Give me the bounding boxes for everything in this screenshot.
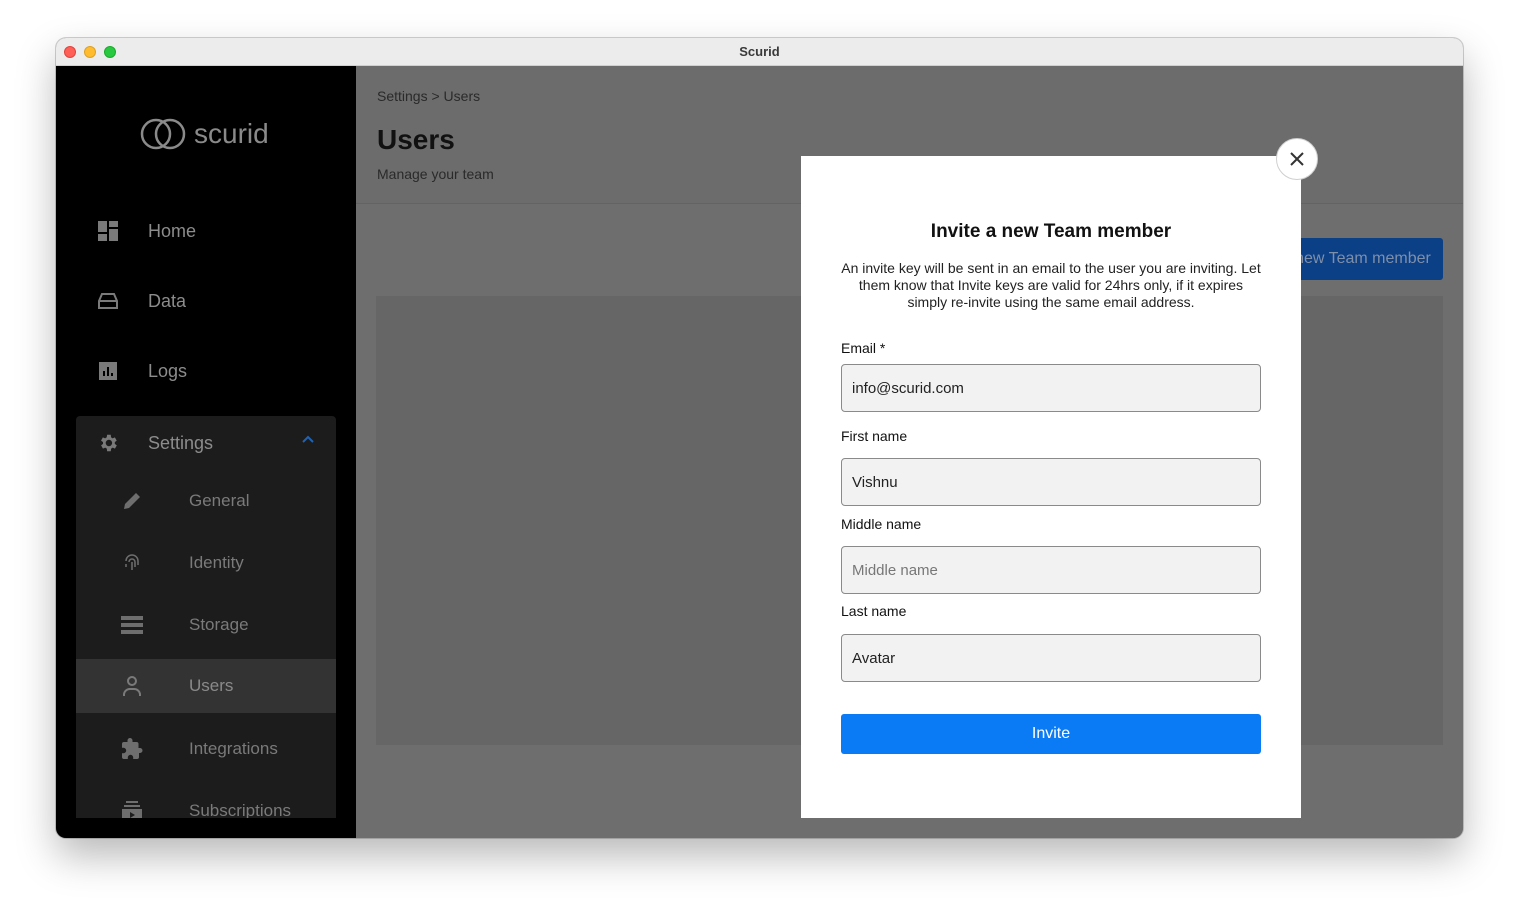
logo: scurid (140, 118, 269, 150)
sidebar-item-home[interactable]: Home (96, 216, 196, 246)
sidebar-item-general[interactable]: General (76, 474, 336, 528)
close-icon (1290, 152, 1304, 166)
sidebar-item-label: Logs (148, 360, 188, 381)
sidebar-item-label: Storage (189, 615, 249, 634)
storage-icon (120, 613, 144, 637)
sidebar-item-integrations[interactable]: Integrations (76, 722, 336, 776)
scurid-logo-icon (140, 118, 186, 150)
page-subtitle: Manage your team (377, 166, 494, 182)
dashboard-icon (96, 219, 120, 243)
sidebar-item-settings[interactable]: Settings (96, 428, 316, 458)
sidebar-item-label: Integrations (189, 739, 278, 758)
sidebar-item-identity[interactable]: Identity (76, 536, 336, 590)
title-bar: Scurid (56, 38, 1463, 66)
modal-title: Invite a new Team member (930, 221, 1172, 242)
sidebar-item-label: Identity (189, 553, 244, 572)
sidebar-item-storage[interactable]: Storage (76, 598, 336, 652)
sidebar-item-label: Home (148, 220, 197, 241)
sidebar-item-logs[interactable]: Logs (96, 356, 187, 386)
middle-name-label: Middle name (841, 516, 922, 532)
modal-close-button[interactable] (1276, 138, 1318, 180)
invite-modal: Invite a new Team member An invite key w… (801, 156, 1301, 818)
fingerprint-icon (120, 551, 144, 575)
logo-text: scurid (194, 118, 269, 149)
sidebar: scurid Home Data Logs Settings General I… (56, 66, 356, 838)
chevron-up-icon[interactable] (300, 432, 316, 453)
first-name-label: First name (841, 428, 908, 444)
sidebar-item-label: Data (148, 290, 187, 311)
app-window: Scurid scurid Home Data Logs Settings Ge… (56, 38, 1463, 838)
email-label: Email * (841, 340, 886, 356)
email-field[interactable] (841, 364, 1261, 412)
page-title: Users (377, 124, 455, 155)
breadcrumb: Settings > Users (377, 88, 481, 104)
last-name-field[interactable] (841, 634, 1261, 682)
modal-description: An invite key will be sent in an email t… (841, 260, 1261, 310)
sidebar-item-label: Settings (148, 432, 214, 453)
settings-section: Settings General Identity Storage Users … (76, 416, 336, 818)
window-title: Scurid (739, 44, 780, 59)
sidebar-item-label: General (189, 491, 250, 510)
person-icon (120, 674, 144, 698)
pencil-icon (120, 489, 144, 513)
chart-icon (96, 359, 120, 383)
sidebar-item-label: Users (189, 676, 234, 695)
main-content: Settings > Users Users Manage your team … (356, 66, 1463, 838)
sidebar-item-subscriptions[interactable]: Subscriptions (76, 784, 336, 818)
invite-button[interactable]: Invite (841, 714, 1261, 754)
last-name-label: Last name (841, 603, 907, 619)
puzzle-icon (120, 737, 144, 761)
drive-icon (96, 289, 120, 313)
subscriptions-icon (120, 799, 144, 818)
sidebar-item-label: Subscriptions (189, 801, 292, 818)
first-name-field[interactable] (841, 458, 1261, 506)
gear-icon (96, 431, 120, 455)
sidebar-item-data[interactable]: Data (96, 286, 186, 316)
sidebar-item-users[interactable]: Users (76, 659, 336, 713)
middle-name-field[interactable] (841, 546, 1261, 594)
